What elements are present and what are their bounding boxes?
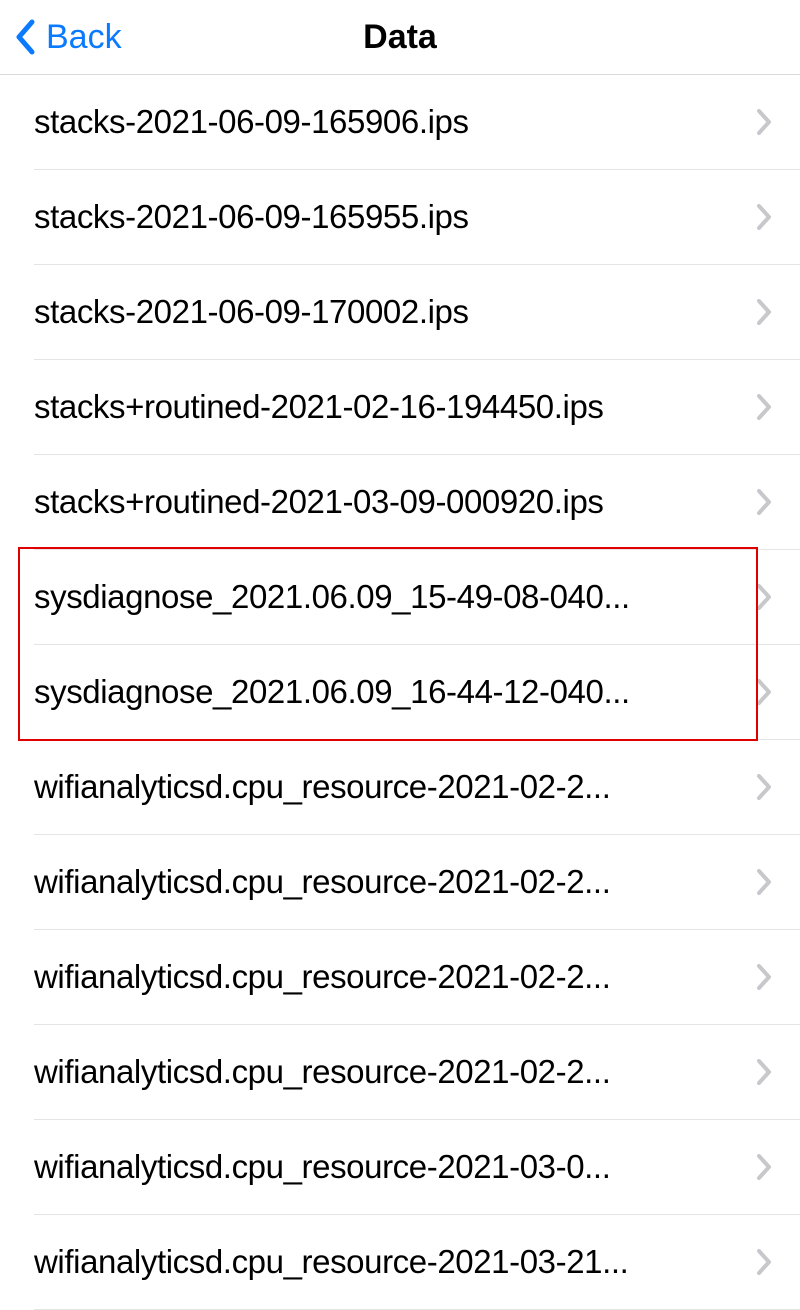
- chevron-right-icon: [756, 108, 772, 136]
- list-item[interactable]: stacks-2021-06-09-165955.ips: [34, 170, 800, 265]
- list-item[interactable]: stacks-2021-06-09-170002.ips: [34, 265, 800, 360]
- list-item[interactable]: sysdiagnose_2021.06.09_16-44-12-040...: [34, 645, 800, 740]
- list-wrapper: stacks-2021-06-09-165906.ips stacks-2021-…: [0, 75, 800, 1310]
- list-item[interactable]: stacks+routined-2021-03-09-000920.ips: [34, 455, 800, 550]
- list-item-label: stacks-2021-06-09-165955.ips: [34, 198, 469, 236]
- list-item-label: stacks-2021-06-09-165906.ips: [34, 103, 469, 141]
- page-title: Data: [363, 18, 437, 57]
- list-item[interactable]: stacks+routined-2021-02-16-194450.ips: [34, 360, 800, 455]
- chevron-right-icon: [756, 1248, 772, 1276]
- list-item[interactable]: wifianalyticsd.cpu_resource-2021-02-2...: [34, 930, 800, 1025]
- list-item-label: wifianalyticsd.cpu_resource-2021-02-2...: [34, 958, 610, 996]
- chevron-right-icon: [756, 298, 772, 326]
- list-item-label: wifianalyticsd.cpu_resource-2021-03-0...: [34, 1148, 610, 1186]
- list-item[interactable]: wifianalyticsd.cpu_resource-2021-02-2...: [34, 835, 800, 930]
- list-item[interactable]: stacks-2021-06-09-165906.ips: [34, 75, 800, 170]
- chevron-right-icon: [756, 393, 772, 421]
- data-list: stacks-2021-06-09-165906.ips stacks-2021-…: [0, 75, 800, 1310]
- chevron-right-icon: [756, 1153, 772, 1181]
- list-item[interactable]: wifianalyticsd.cpu_resource-2021-02-2...: [34, 1025, 800, 1120]
- list-item-label: stacks+routined-2021-03-09-000920.ips: [34, 483, 604, 521]
- list-item-label: sysdiagnose_2021.06.09_15-49-08-040...: [34, 578, 630, 616]
- chevron-left-icon: [14, 19, 36, 55]
- chevron-right-icon: [756, 1058, 772, 1086]
- list-item-label: sysdiagnose_2021.06.09_16-44-12-040...: [34, 673, 630, 711]
- chevron-right-icon: [756, 488, 772, 516]
- list-item-label: stacks+routined-2021-02-16-194450.ips: [34, 388, 604, 426]
- back-button[interactable]: Back: [14, 18, 122, 57]
- chevron-right-icon: [756, 963, 772, 991]
- chevron-right-icon: [756, 868, 772, 896]
- list-item[interactable]: wifianalyticsd.cpu_resource-2021-03-21..…: [34, 1215, 800, 1310]
- list-item[interactable]: sysdiagnose_2021.06.09_15-49-08-040...: [34, 550, 800, 645]
- chevron-right-icon: [756, 583, 772, 611]
- list-item-label: wifianalyticsd.cpu_resource-2021-02-2...: [34, 863, 610, 901]
- chevron-right-icon: [756, 773, 772, 801]
- list-item-label: wifianalyticsd.cpu_resource-2021-02-2...: [34, 1053, 610, 1091]
- list-item-label: wifianalyticsd.cpu_resource-2021-02-2...: [34, 768, 610, 806]
- list-item-label: wifianalyticsd.cpu_resource-2021-03-21..…: [34, 1243, 628, 1281]
- nav-bar: Back Data: [0, 0, 800, 75]
- list-item[interactable]: wifianalyticsd.cpu_resource-2021-03-0...: [34, 1120, 800, 1215]
- back-label: Back: [46, 18, 122, 57]
- chevron-right-icon: [756, 678, 772, 706]
- list-item-label: stacks-2021-06-09-170002.ips: [34, 293, 469, 331]
- list-item[interactable]: wifianalyticsd.cpu_resource-2021-02-2...: [34, 740, 800, 835]
- chevron-right-icon: [756, 203, 772, 231]
